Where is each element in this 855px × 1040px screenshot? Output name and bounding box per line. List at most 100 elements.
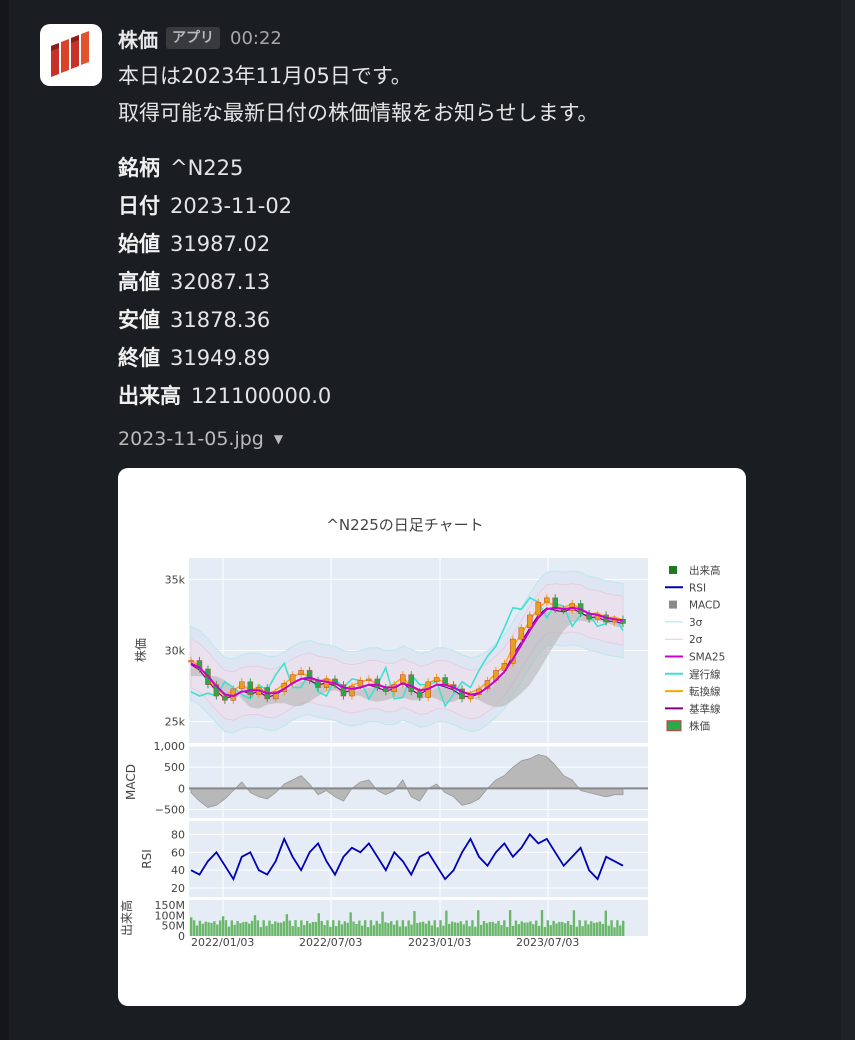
volume-bar <box>207 922 210 936</box>
volume-bar <box>198 920 202 936</box>
volume-bar <box>245 921 248 936</box>
volume-bar <box>227 926 231 936</box>
y-tick-label: 0 <box>178 930 185 943</box>
right-scroll-edge <box>841 0 855 1040</box>
legend-label: SMA25 <box>689 652 725 664</box>
volume-bar <box>314 921 318 936</box>
volume-bar <box>253 915 257 936</box>
volume-bar <box>407 920 410 936</box>
app-avatar-icon[interactable] <box>40 24 102 86</box>
volume-bar <box>616 920 619 936</box>
chart-image-card[interactable]: ^N225の日足チャート 35k 30k 25k 株価 1,000 500 0 −500 MAC… <box>118 468 746 1006</box>
volume-bar <box>416 922 419 936</box>
volume-bar <box>320 920 323 936</box>
volume-bar <box>546 920 550 936</box>
volume-bar <box>558 921 561 936</box>
candle-body <box>239 681 245 690</box>
field-low: 安値 31878.36 <box>118 304 270 334</box>
volume-bar <box>488 922 492 936</box>
volume-bar <box>384 922 387 936</box>
volume-bar <box>276 922 280 936</box>
field-volume: 出来高 121100000.0 <box>118 380 331 410</box>
y-tick-label: 500 <box>164 761 185 774</box>
legend-swatch <box>666 720 682 732</box>
volume-bar <box>410 924 413 936</box>
volume-bar <box>271 924 274 936</box>
volume-bar <box>372 925 376 936</box>
volume-bar <box>540 910 544 936</box>
app-badge: アプリ <box>166 27 220 49</box>
volume-bar <box>514 920 518 936</box>
field-value: 32087.13 <box>170 270 271 294</box>
field-value: ^N225 <box>170 156 244 180</box>
volume-bar <box>445 910 448 936</box>
volume-bar <box>230 920 233 936</box>
volume-bar <box>477 910 480 936</box>
candle-body <box>298 670 304 675</box>
volume-bar <box>190 917 193 936</box>
field-label: 始値 <box>118 232 160 256</box>
x-tick-label: 2023/01/03 <box>408 936 471 949</box>
volume-bar <box>590 921 593 936</box>
volume-bar <box>332 920 335 936</box>
volume-bar <box>288 920 291 936</box>
volume-bar <box>282 921 286 936</box>
volume-bar <box>242 922 245 936</box>
volume-bar <box>285 914 289 936</box>
volume-bar <box>369 920 373 936</box>
field-value: 2023-11-02 <box>170 194 293 218</box>
volume-bar <box>358 920 361 936</box>
y-tick-label: 30k <box>165 645 186 658</box>
field-close: 終値 31949.89 <box>118 342 270 372</box>
legend-label: RSI <box>689 582 706 594</box>
field-label: 出来高 <box>118 384 181 408</box>
candle-body <box>544 597 550 603</box>
volume-bar <box>390 921 393 936</box>
legend-label: MACD <box>689 600 720 612</box>
caret-down-icon[interactable]: ▼ <box>274 432 283 446</box>
candle-body <box>416 691 423 698</box>
volume-bar <box>561 922 564 936</box>
volume-bar <box>398 926 402 936</box>
volume-bar <box>601 923 605 936</box>
volume-bar <box>581 926 584 936</box>
attachment-header[interactable]: 2023-11-05.jpg ▼ <box>118 428 283 450</box>
y-tick-label: 40 <box>171 864 185 877</box>
volume-bar <box>506 926 509 936</box>
volume-bar <box>572 910 576 936</box>
volume-bar <box>291 925 294 936</box>
volume-bar <box>395 920 399 936</box>
candle-body <box>527 614 533 628</box>
volume-bar <box>442 925 445 936</box>
y-tick-label: 25k <box>165 716 186 729</box>
y-tick-label: 0 <box>178 782 185 795</box>
field-value: 31949.89 <box>170 346 271 370</box>
sender-name[interactable]: 株価 <box>118 24 158 53</box>
volume-bar <box>413 911 416 936</box>
legend-label: 遅行線 <box>689 668 721 681</box>
volume-bar <box>529 921 532 936</box>
attachment-filename[interactable]: 2023-11-05.jpg <box>118 428 264 450</box>
volume-bar <box>297 926 300 936</box>
volume-bar <box>204 921 207 936</box>
message-header: 株価 アプリ 00:22 <box>118 22 282 54</box>
volume-bar <box>459 921 463 936</box>
volume-bar <box>448 923 451 936</box>
left-sidebar-edge <box>0 0 9 1040</box>
field-value: 31878.36 <box>170 308 271 332</box>
y-tick-label: 60 <box>171 846 185 859</box>
volume-bar <box>343 921 347 936</box>
candle-body <box>349 685 355 697</box>
volume-bar <box>340 924 344 936</box>
legend-label: 2σ <box>689 634 703 646</box>
volume-bar <box>366 927 370 936</box>
message-timestamp[interactable]: 00:22 <box>230 28 282 49</box>
volume-bar <box>210 922 213 936</box>
volume-bar <box>474 926 477 936</box>
volume-bar <box>346 922 349 936</box>
volume-bar <box>274 921 277 936</box>
candle-body <box>433 677 440 683</box>
volume-bar <box>500 925 503 936</box>
volume-bar <box>323 924 326 936</box>
volume-bar <box>497 920 500 936</box>
